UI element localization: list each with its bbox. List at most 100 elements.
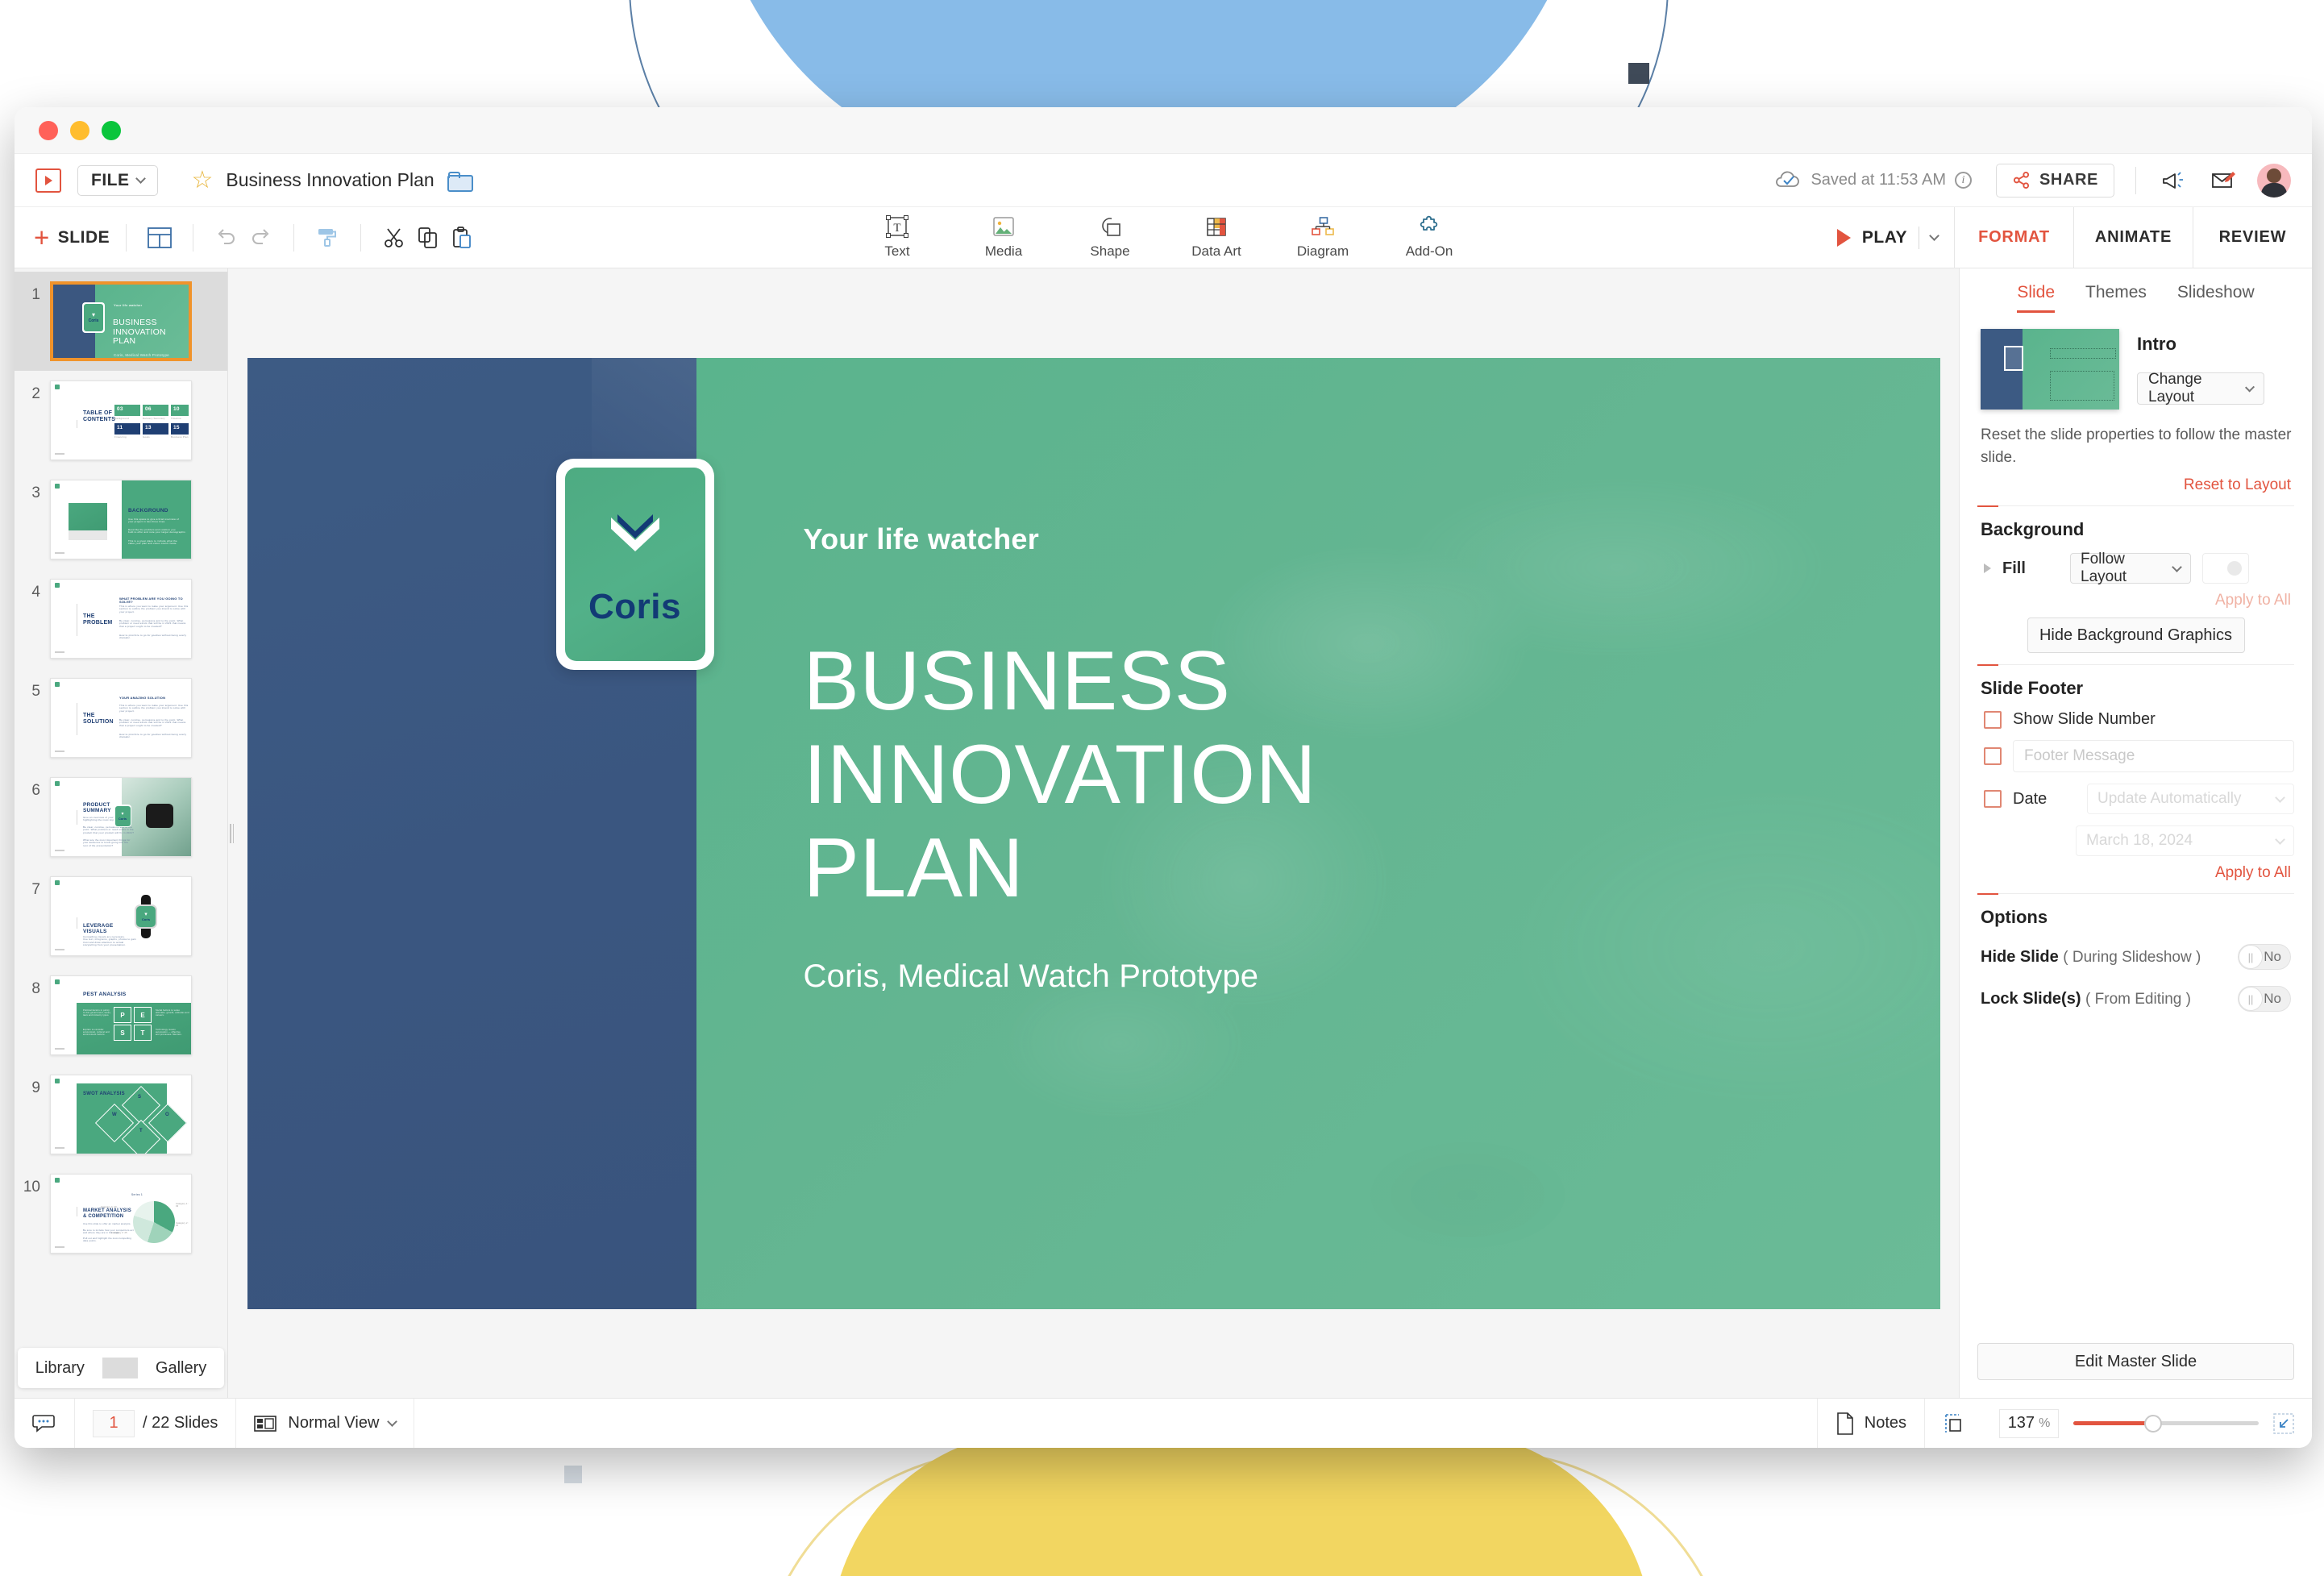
tab-animate[interactable]: ANIMATE [2073, 207, 2193, 268]
date-value-select[interactable]: March 18, 2024 [2076, 825, 2294, 857]
current-slide-input[interactable]: 1 [93, 1409, 135, 1437]
slide-tagline[interactable]: Your life watcher [804, 522, 1040, 556]
footer-message-row: Footer Message [1977, 729, 2294, 773]
zoom-slider[interactable] [2073, 1414, 2259, 1433]
gallery-tab[interactable]: Gallery [138, 1359, 224, 1378]
insert-data-art-button[interactable]: Data Art [1184, 215, 1249, 260]
hide-slide-toggle[interactable]: || No [2238, 944, 2291, 971]
slide-thumbnail-item[interactable]: 7 LEVERAGE VISUALS Compelling visuals are … [15, 867, 227, 966]
background-apply-to-all-link[interactable]: Apply to All [1977, 584, 2294, 609]
document-title[interactable]: Business Innovation Plan [226, 169, 434, 191]
zoom-slider-handle[interactable] [2143, 1414, 2162, 1433]
show-slide-number-checkbox[interactable] [1984, 710, 2002, 729]
play-button[interactable]: PLAY [1827, 207, 1954, 268]
logo-card[interactable]: Coris [555, 458, 714, 670]
slide-canvas[interactable]: Coris Your life watcher BUSINESS INNOVATI… [247, 357, 1940, 1309]
play-label: PLAY [1861, 227, 1907, 247]
slide-thumbnail-preview[interactable]: SWOT ANALYSIS S W O T [50, 1075, 192, 1154]
footer-apply-to-all-link[interactable]: Apply to All [1977, 856, 2294, 882]
footer-message-checkbox[interactable] [1984, 747, 2002, 766]
panel-tab-slide[interactable]: Slide [2017, 283, 2056, 313]
panel-tab-slide-label: Slide [2017, 283, 2056, 301]
slide-thumbnail-preview[interactable]: THE PROBLEM WHAT PROBLEM ARE YOU GOING TO… [50, 579, 192, 659]
play-options-chevron-icon[interactable] [1929, 231, 1939, 241]
change-layout-button[interactable]: Change Layout [2137, 371, 2264, 405]
layout-preview-row: Intro Change Layout [1977, 313, 2294, 410]
panel-splitter[interactable] [227, 268, 235, 1398]
star-icon[interactable]: ☆ [192, 168, 214, 193]
format-panel-footer: Edit Master Slide [1960, 1343, 2312, 1398]
slide-thumbnail-item[interactable]: 1 ▾ Coris Your life watcher BUSINESS INNOVAT… [15, 272, 227, 371]
tab-review[interactable]: REVIEW [2193, 207, 2312, 268]
layout-thumbnail[interactable] [1981, 329, 2119, 410]
guides-button[interactable] [1924, 1399, 1981, 1448]
library-tab[interactable]: Library [18, 1359, 102, 1378]
tab-format[interactable]: FORMAT [1954, 207, 2073, 268]
minimize-window-button[interactable] [70, 120, 89, 140]
slide-subtitle[interactable]: Coris, Medical Watch Prototype [804, 958, 1259, 995]
slide-thumbnail-preview[interactable]: TABLE OF CONTENTS 03 06 10 Background Deliver… [50, 380, 192, 460]
megaphone-icon[interactable] [2157, 164, 2189, 197]
envelope-edit-icon[interactable] [2207, 164, 2239, 197]
slide-thumbnail-item[interactable]: 2 TABLE OF CONTENTS 03 06 10 Background Delive… [15, 371, 227, 470]
slide-thumbnail-preview[interactable]: PRODUCT SUMMARY Give an overview of your … [50, 777, 192, 857]
date-mode-value: Update Automatically [2097, 790, 2242, 808]
slide-thumbnail-preview[interactable]: LEVERAGE VISUALS Compelling visuals are n… [50, 876, 192, 956]
slide-thumbnail-item[interactable]: 10 MARKET ANALYSIS & COMPETITION Use this … [15, 1164, 227, 1263]
edit-master-slide-button[interactable]: Edit Master Slide [1977, 1343, 2294, 1380]
slide-thumbnail-item[interactable]: 6 PRODUCT SUMMARY Give an overview of your… [15, 767, 227, 867]
info-icon[interactable]: i [1954, 172, 1972, 189]
reset-to-layout-link[interactable]: Reset to Layout [1977, 468, 2294, 494]
user-avatar[interactable] [2257, 163, 2291, 198]
toolbar-right-group: PLAY FORMAT ANIMATE REVIEW [1827, 207, 2312, 268]
insert-shape-button[interactable]: Shape [1078, 215, 1142, 260]
slide-thumbnail-preview[interactable]: ▾ Coris Your life watcher BUSINESS INNOVATI… [50, 281, 192, 361]
slide-thumbnail-item[interactable]: 8 PEST ANALYSIS P E S T Political factors in p… [15, 966, 227, 1065]
view-mode-selector[interactable]: Normal View [236, 1399, 415, 1448]
footer-message-input[interactable]: Footer Message [2013, 740, 2294, 773]
folder-icon[interactable] [447, 172, 473, 192]
slide-thumbnail-preview[interactable]: PEST ANALYSIS P E S T Political factors in po… [50, 975, 192, 1055]
slide-thumbnail-preview[interactable]: THE SOLUTION YOUR AMAZING SOLUTION This is… [50, 678, 192, 758]
fit-to-screen-button[interactable] [2273, 1412, 2294, 1434]
close-window-button[interactable] [39, 120, 58, 140]
share-label: SHARE [2039, 171, 2098, 189]
slide-thumbnail-preview[interactable]: MARKET ANALYSIS & COMPETITION Use this sl… [50, 1174, 192, 1254]
slide-layout-icon[interactable] [143, 221, 177, 255]
slide-thumbnail-list[interactable]: 1 ▾ Coris Your life watcher BUSINESS INNOVAT… [15, 268, 227, 1338]
status-bar-right: Notes 137 % [1816, 1399, 2312, 1448]
slide-thumbnail-item[interactable]: 3 BACKGROUND Use this space to give a brie… [15, 470, 227, 569]
fill-select[interactable]: Follow Layout [2070, 551, 2191, 585]
panel-tab-themes[interactable]: Themes [2085, 283, 2147, 313]
date-mode-select[interactable]: Update Automatically [2087, 784, 2294, 815]
hide-background-graphics-button[interactable]: Hide Background Graphics [2027, 618, 2245, 654]
insert-text-button[interactable]: T Text [865, 215, 929, 260]
panel-tab-slideshow[interactable]: Slideshow [2177, 283, 2255, 313]
slide-thumbnail-item[interactable]: 4 THE PROBLEM WHAT PROBLEM ARE YOU GOING T… [15, 569, 227, 668]
paint-roller-icon[interactable] [310, 221, 344, 255]
file-menu-button[interactable]: FILE [77, 164, 158, 196]
insert-addon-button[interactable]: Add-On [1397, 215, 1461, 260]
date-checkbox[interactable] [1984, 790, 2002, 809]
slide-thumbnail-item[interactable]: 9 SWOT ANALYSIS S W O T [15, 1065, 227, 1164]
insert-media-button[interactable]: Media [971, 215, 1036, 260]
slide-thumbnail-preview[interactable]: BACKGROUND Use this space to give a brief… [50, 480, 192, 559]
comments-button[interactable] [15, 1399, 75, 1448]
scissors-icon[interactable] [377, 221, 411, 255]
insert-diagram-button[interactable]: Diagram [1291, 215, 1355, 260]
notes-button[interactable]: Notes [1816, 1399, 1924, 1448]
slide-title[interactable]: BUSINESS INNOVATION PLAN [804, 634, 1771, 916]
slide-thumbnail-item[interactable]: 5 THE SOLUTION YOUR AMAZING SOLUTION This i… [15, 668, 227, 767]
add-slide-button[interactable]: + SLIDE [34, 224, 110, 251]
paste-icon[interactable] [445, 221, 479, 255]
share-button[interactable]: SHARE [1995, 163, 2114, 198]
expand-triangle-icon[interactable] [1984, 563, 1991, 574]
maximize-window-button[interactable] [102, 120, 121, 140]
fill-color-swatch[interactable] [2202, 553, 2249, 584]
zoom-value-input[interactable]: 137 % [1999, 1408, 2059, 1438]
lock-slide-toggle[interactable]: || No [2238, 986, 2291, 1013]
copy-icon[interactable] [411, 221, 445, 255]
lock-slide-note: ( From Editing ) [2085, 990, 2191, 1008]
undo-icon[interactable] [210, 221, 243, 255]
redo-icon[interactable] [243, 221, 277, 255]
